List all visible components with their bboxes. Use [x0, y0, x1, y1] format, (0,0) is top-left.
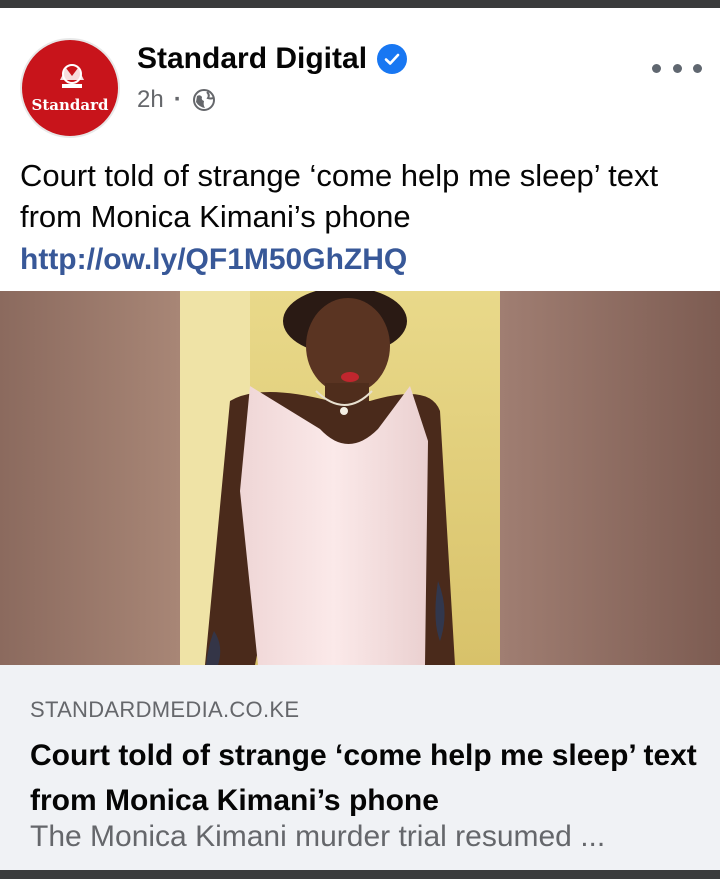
page-avatar[interactable]: Standard: [20, 38, 120, 138]
post-meta: 2h ·: [137, 86, 216, 114]
more-dot: [672, 63, 682, 73]
globe-icon: [192, 89, 215, 111]
link-domain: STANDARDMEDIA.CO.KE: [30, 697, 300, 722]
page-name: Standard Digital: [137, 42, 368, 75]
crest-icon: [60, 64, 84, 88]
page-name-link[interactable]: Standard Digital: [137, 42, 408, 76]
verified-badge-icon: [377, 44, 408, 74]
link-preview-card[interactable]: STANDARDMEDIA.CO.KE Court told of strang…: [0, 665, 720, 870]
post-header: Standard Standard Digital 2h ·: [0, 8, 720, 148]
link-title[interactable]: Court told of strange ‘come help me slee…: [30, 733, 700, 823]
top-divider: [0, 0, 720, 8]
more-dot: [693, 63, 702, 73]
meta-separator: ·: [173, 86, 182, 113]
bottom-divider: [0, 870, 720, 879]
post-time[interactable]: 2h: [137, 86, 164, 114]
more-dot: [652, 63, 661, 73]
post-link[interactable]: http://ow.ly/QF1M50GhZHQ: [20, 240, 407, 280]
post-text: Court told of strange ‘come help me slee…: [20, 158, 659, 234]
avatar-label: Standard: [31, 96, 109, 114]
link-description: The Monica Kimani murder trial resumed .…: [30, 820, 606, 853]
post-image[interactable]: [0, 291, 720, 665]
photo-illustration: [0, 291, 720, 665]
more-options-button[interactable]: [652, 58, 702, 78]
